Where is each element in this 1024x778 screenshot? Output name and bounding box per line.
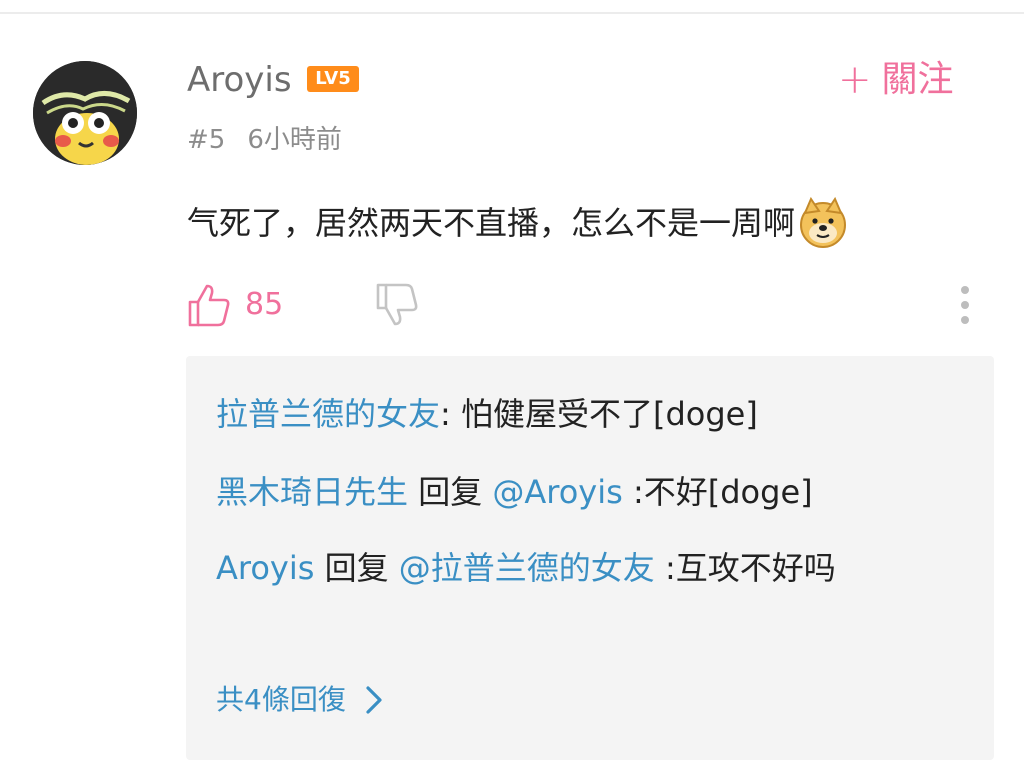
- reply-text: :互攻不好吗: [664, 549, 836, 587]
- dislike-button[interactable]: [375, 282, 419, 328]
- thumbs-up-icon: [187, 282, 231, 328]
- comment-page: Aroyis LV5 + 關注 #5 6小時前 气死了，居然两天不直播，怎么不是…: [0, 0, 1024, 778]
- follow-label: 關注: [881, 59, 954, 100]
- doge-emoji-icon: [797, 197, 849, 249]
- avatar[interactable]: [33, 61, 137, 165]
- reply-mention[interactable]: @拉普兰德的女友: [399, 549, 655, 587]
- comment-actions: 85: [187, 280, 977, 330]
- level-badge: LV5: [307, 66, 359, 92]
- reply-author[interactable]: 拉普兰德的女友: [216, 395, 440, 433]
- more-vertical-icon: [961, 286, 969, 324]
- timestamp: 6小時前: [247, 125, 342, 155]
- reply-keyword: 回复: [324, 549, 389, 587]
- reply-item[interactable]: 拉普兰德的女友: 怕健屋受不了[doge]: [216, 388, 916, 440]
- reply-section: 拉普兰德的女友: 怕健屋受不了[doge] 黑木琦日先生 回复 @Aroyis …: [186, 356, 994, 760]
- comment-body: 气死了，居然两天不直播，怎么不是一周啊: [187, 197, 849, 249]
- floor-number: #5: [187, 125, 226, 155]
- reply-item[interactable]: Aroyis 回复 @拉普兰德的女友 :互攻不好吗: [216, 542, 916, 594]
- follow-button[interactable]: + 關注: [838, 55, 954, 105]
- plus-icon: +: [838, 57, 872, 103]
- thumbs-down-icon: [376, 283, 418, 326]
- reply-text: :不好[doge]: [632, 473, 813, 511]
- chevron-right-icon: [366, 686, 382, 714]
- reply-mention[interactable]: @Aroyis: [492, 473, 622, 511]
- view-all-replies-link[interactable]: 共4條回復: [216, 678, 384, 722]
- more-options-button[interactable]: [955, 284, 975, 326]
- username[interactable]: Aroyis: [187, 58, 292, 102]
- comment-text: 气死了，居然两天不直播，怎么不是一周啊: [187, 204, 796, 242]
- like-button[interactable]: 85: [187, 280, 283, 330]
- reply-author[interactable]: Aroyis: [216, 549, 314, 587]
- more-replies-label: 共4條回復: [216, 683, 346, 716]
- like-count: 85: [245, 287, 284, 322]
- reply-text: : 怕健屋受不了[doge]: [440, 395, 758, 433]
- reply-keyword: 回复: [418, 473, 483, 511]
- divider: [0, 12, 1024, 14]
- reply-item[interactable]: 黑木琦日先生 回复 @Aroyis :不好[doge]: [216, 466, 916, 518]
- comment-meta: #5 6小時前: [187, 122, 342, 158]
- reply-author[interactable]: 黑木琦日先生: [216, 473, 408, 511]
